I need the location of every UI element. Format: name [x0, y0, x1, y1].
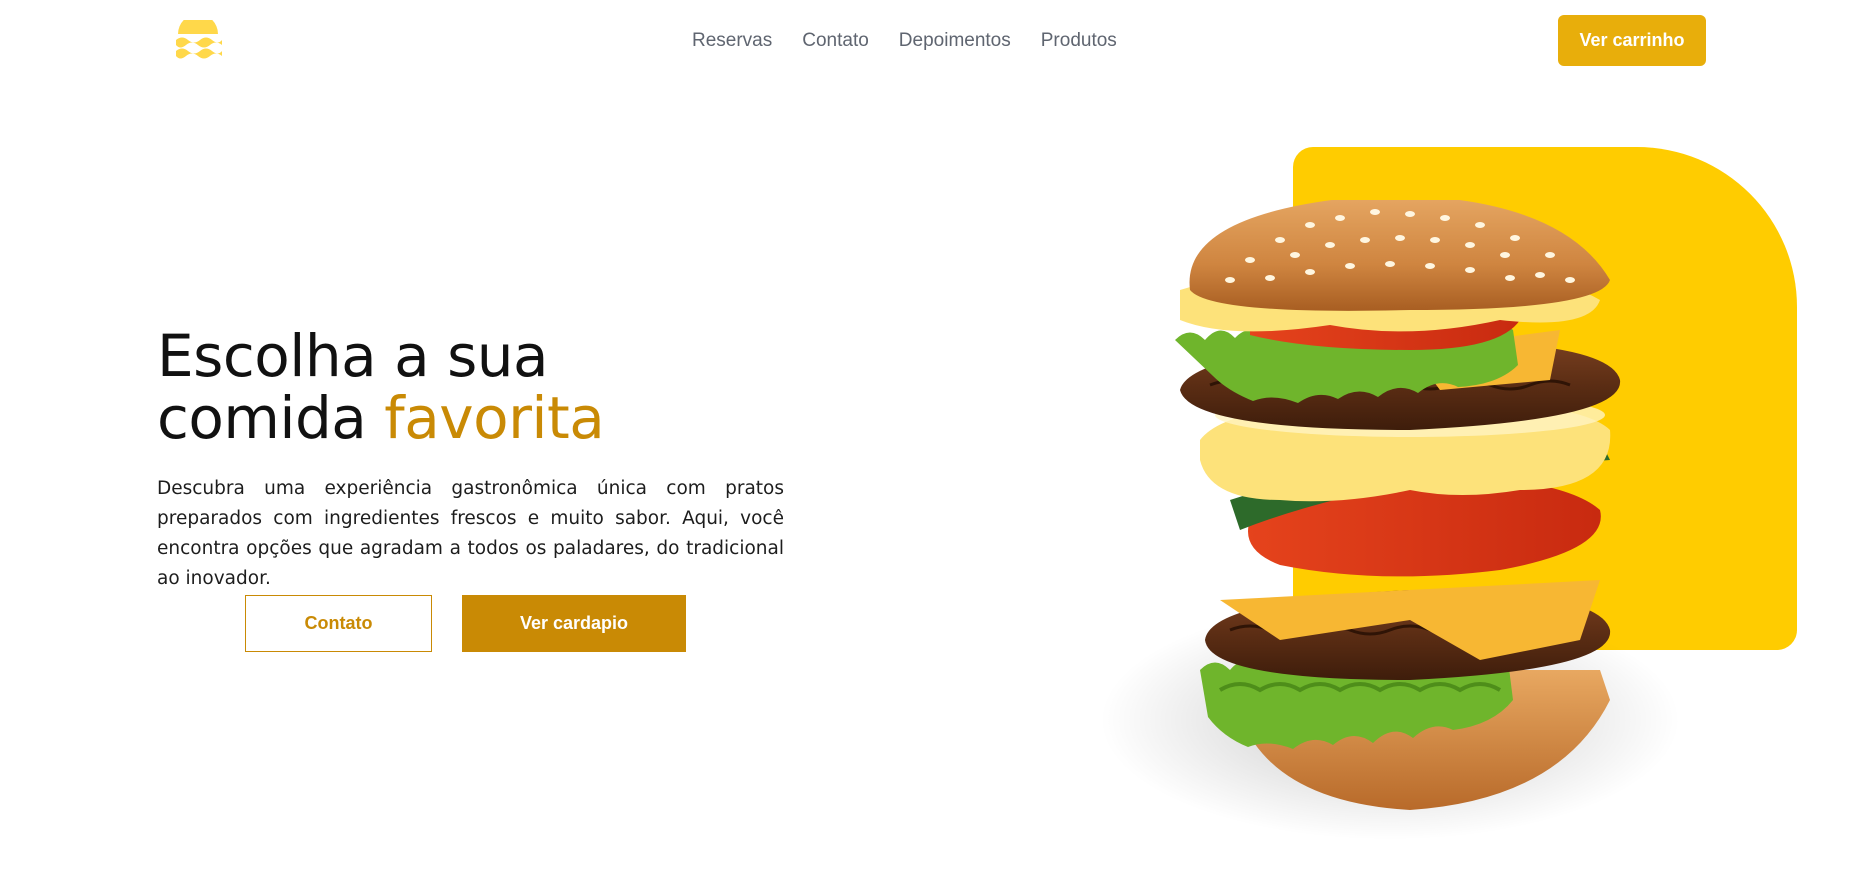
view-menu-button[interactable]: Ver cardapio — [462, 595, 686, 652]
hero-title-line2-prefix: comida — [157, 384, 385, 452]
view-cart-button[interactable]: Ver carrinho — [1558, 15, 1706, 66]
nav-item-produtos[interactable]: Produtos — [1041, 30, 1117, 52]
landing-page: Reservas Contato Depoimentos Produtos Ve… — [0, 0, 1868, 888]
nav-item-reservas[interactable]: Reservas — [692, 30, 772, 52]
nav-item-depoimentos[interactable]: Depoimentos — [899, 30, 1011, 52]
contact-button[interactable]: Contato — [245, 595, 432, 652]
main-nav: Reservas Contato Depoimentos Produtos — [692, 30, 1117, 52]
hero-title-accent: favorita — [384, 384, 605, 452]
hero-description: Descubra uma experiência gastronômica ún… — [157, 478, 784, 589]
hero-title-line1: Escolha a sua — [157, 322, 549, 390]
nav-item-contato[interactable]: Contato — [802, 30, 869, 52]
logo-icon[interactable] — [174, 20, 222, 60]
hero-title: Escolha a sua comida favorita — [157, 322, 605, 452]
burger-image — [1100, 200, 1680, 840]
